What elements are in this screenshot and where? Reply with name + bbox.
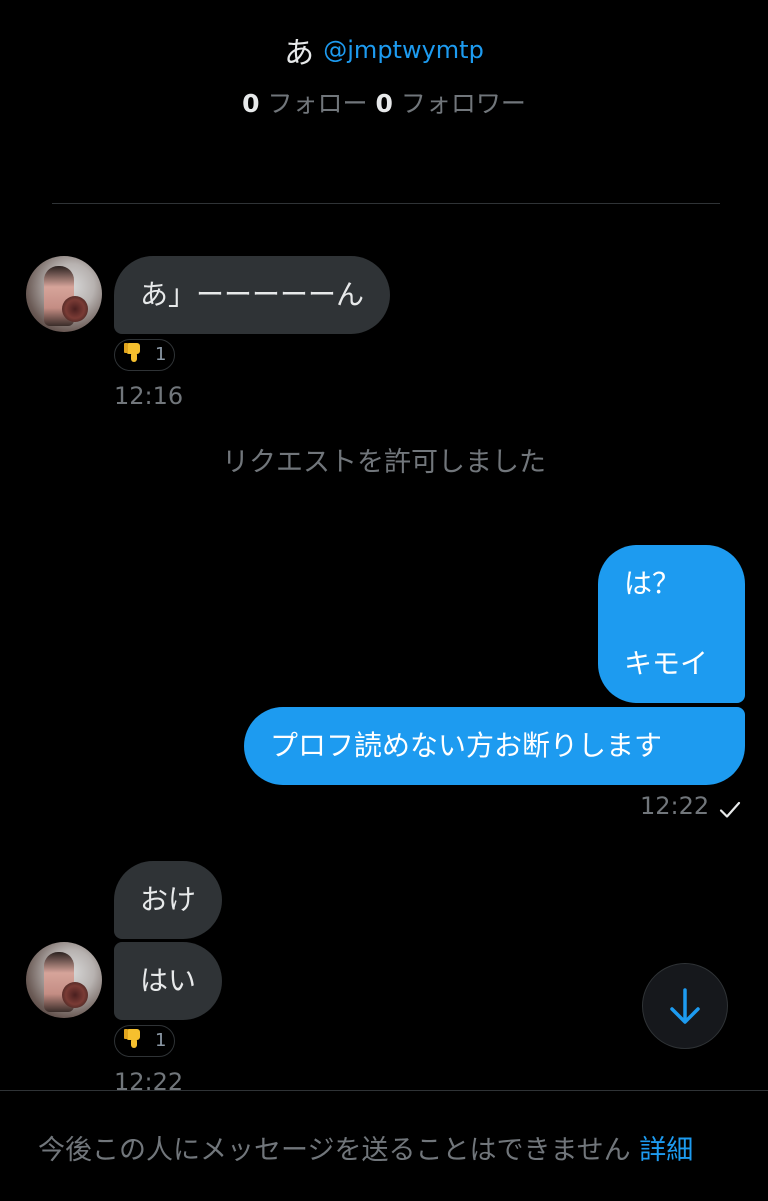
message-text-line-2: キモイ	[624, 647, 709, 680]
sender-avatar[interactable]	[26, 256, 102, 332]
conversation-header: あ @jmptwymtp 0 フォロー 0 フォロワー	[0, 0, 768, 205]
incoming-message-bubble[interactable]: おけ	[114, 861, 223, 939]
display-name[interactable]: あ	[284, 36, 314, 71]
outgoing-message-bubble[interactable]: プロフ読めない方お断りします	[244, 707, 745, 785]
reaction-badge[interactable]: 1	[114, 1025, 176, 1057]
avatar-flowers	[62, 296, 88, 322]
reaction-count: 1	[155, 1030, 167, 1051]
checkmark-icon	[718, 798, 742, 826]
reaction-count: 1	[155, 344, 167, 365]
incoming-message-bubble[interactable]: はい	[114, 942, 223, 1020]
message-timestamp: 12:16	[114, 382, 184, 410]
header-divider	[52, 203, 720, 204]
message-text-line-1: は？	[624, 567, 681, 600]
reaction-badge[interactable]: 1	[114, 339, 176, 371]
user-handle[interactable]: @jmptwymtp	[323, 36, 484, 64]
following-label: フォロー	[267, 89, 368, 118]
footer-notice: 今後この人にメッセージを送ることはできません 詳細	[38, 1133, 738, 1169]
followers-label: フォロワー	[400, 89, 526, 118]
profile-name-row[interactable]: あ @jmptwymtp	[0, 28, 768, 72]
message-timestamp: 12:22	[640, 792, 710, 820]
incoming-message-bubble[interactable]: あ」ーーーーーん	[114, 256, 391, 334]
following-stat[interactable]: 0 フォロー	[242, 89, 367, 118]
footer-notice-text: 今後この人にメッセージを送ることはできません	[38, 1135, 631, 1166]
thumbs-down-icon	[123, 1028, 145, 1050]
avatar-flowers	[62, 982, 88, 1008]
followers-count: 0	[375, 89, 393, 118]
thumbs-down-icon	[123, 342, 145, 364]
messaging-disabled-footer: 今後この人にメッセージを送ることはできません 詳細	[0, 1090, 768, 1201]
details-link[interactable]: 詳細	[639, 1135, 693, 1166]
message-text: はい	[140, 964, 197, 997]
followers-stat[interactable]: 0 フォロワー	[375, 89, 525, 118]
follow-stats: 0 フォロー 0 フォロワー	[0, 84, 768, 120]
following-count: 0	[242, 89, 260, 118]
message-text: おけ	[140, 883, 197, 916]
scroll-to-bottom-button[interactable]	[642, 963, 728, 1049]
outgoing-message-bubble[interactable]: は？ キモイ	[598, 545, 745, 703]
message-text: あ」ーーーーーん	[140, 278, 365, 311]
message-text: プロフ読めない方お断りします	[270, 729, 663, 762]
arrow-down-icon	[670, 988, 700, 1024]
sender-avatar[interactable]	[26, 942, 102, 1018]
request-accepted-notice: リクエストを許可しました	[222, 447, 546, 478]
